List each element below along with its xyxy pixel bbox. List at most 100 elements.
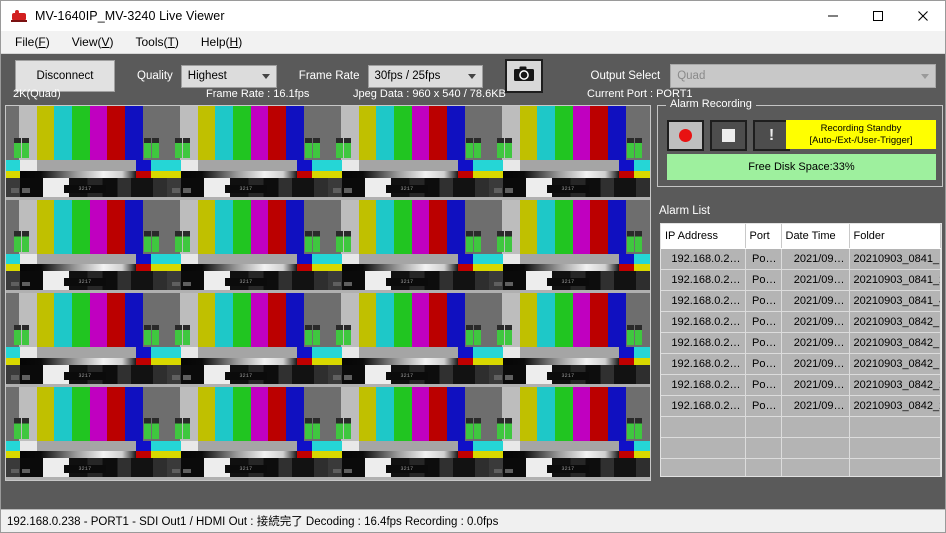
table-cell-empty [781,459,849,478]
test-pattern-label: 3217 [386,185,428,193]
test-pattern-square [333,375,341,380]
framerate-select[interactable]: 30fps / 25fps [368,65,483,88]
test-pattern-marks [14,418,28,439]
output-select[interactable]: Quad [670,64,936,88]
test-pattern-marks [305,418,319,439]
video-quad-3[interactable]: 3217321732173217 [6,293,328,480]
minimize-icon[interactable] [810,1,855,31]
video-preview[interactable]: 3217321732173217321732173217321732173217… [5,105,651,481]
test-pattern-marks [305,138,319,159]
table-row[interactable]: 192.168.0.2…Po…2021/09…20210903_0842_1… [661,333,941,354]
menu-view-label: View [72,35,98,49]
test-pattern-marks [175,418,189,439]
col-header-port[interactable]: Port [745,224,781,249]
table-cell: 192.168.0.2… [661,270,745,291]
quality-select[interactable]: Highest [181,65,277,88]
table-row-empty [661,438,941,459]
test-pattern-color-bars [167,200,328,254]
video-test-pattern-tile: 3217 [328,387,489,481]
table-cell: 192.168.0.2… [661,333,745,354]
test-pattern-label: 3217 [547,185,589,193]
test-pattern-label: 3217 [225,278,267,286]
menu-file[interactable]: File(F) [11,33,60,51]
test-pattern-color-bars [6,387,167,441]
maximize-icon[interactable] [855,1,900,31]
alarm-list[interactable]: IP Address Port Date Time Folder 192.168… [660,223,942,477]
stop-square-icon [722,129,735,142]
video-quad-2[interactable]: 3217 3217 3217 3217 [328,106,650,293]
test-pattern-marks [627,231,641,252]
test-pattern-square [494,469,502,474]
test-pattern-color-bars [167,106,328,160]
record-circle-icon [679,129,692,142]
test-pattern-marks [466,138,480,159]
video-quad-4[interactable]: 3217321732173217 [328,293,650,480]
test-pattern-square [22,282,30,287]
stop-button[interactable] [710,120,747,151]
col-header-date-time[interactable]: Date Time [781,224,849,249]
test-pattern-square [494,375,502,380]
test-pattern-square [333,469,341,474]
table-row[interactable]: 192.168.0.2…Po…2021/09…20210903_0842_2… [661,396,941,417]
test-pattern-label: 3217 [225,185,267,193]
test-pattern-square [172,282,180,287]
test-pattern-color-bars [328,293,489,347]
test-pattern-square [11,282,19,287]
test-pattern-gradient-strip [489,451,650,458]
status-bar: 192.168.0.238 - PORT1 - SDI Out1 / HDMI … [1,509,945,532]
alarm-recording-title: Alarm Recording [666,98,756,110]
test-pattern-label: 3217 [386,372,428,380]
record-button[interactable] [667,120,704,151]
table-row[interactable]: 192.168.0.2…Po…2021/09…20210903_0841_1… [661,249,941,270]
test-pattern-color-bars [489,200,650,254]
table-cell: 2021/09… [781,354,849,375]
test-pattern-color-bars [167,387,328,441]
main-area: 3217321732173217321732173217321732173217… [1,104,945,509]
table-cell-empty [661,417,745,438]
table-row[interactable]: 192.168.0.2…Po…2021/09…20210903_0841_2… [661,270,941,291]
video-test-pattern-tile: 3217 [167,387,328,481]
table-cell: Po… [745,396,781,417]
test-pattern-marks [497,138,511,159]
table-cell: 192.168.0.2… [661,396,745,417]
table-cell: Po… [745,249,781,270]
recording-standby-badge: Recording Standby [Auto-/Ext-/User-Trigg… [786,120,936,149]
test-pattern-mid-strip [489,254,650,264]
video-test-pattern-tile: 3217 [167,106,328,200]
menu-view[interactable]: View(V) [68,33,124,51]
table-row[interactable]: 192.168.0.2…Po…2021/09…20210903_0842_1… [661,312,941,333]
test-pattern-label: 3217 [225,465,267,473]
table-row[interactable]: 192.168.0.2…Po…2021/09…20210903_0841_4… [661,291,941,312]
table-row[interactable]: 192.168.0.2…Po…2021/09…20210903_0842_1… [661,354,941,375]
test-pattern-mid-strip [6,254,167,264]
alert-button[interactable]: ! [753,120,790,151]
menu-tools[interactable]: Tools(T) [132,33,189,51]
chevron-down-icon [468,74,476,79]
test-pattern-mid-strip [6,160,167,170]
table-cell: 20210903_0842_1… [849,312,941,333]
test-pattern-gradient-strip [489,171,650,178]
col-header-folder[interactable]: Folder [849,224,941,249]
close-icon[interactable] [900,1,945,31]
video-quad-1[interactable]: 3217321732173217 [6,106,328,293]
table-cell-empty [781,438,849,459]
video-test-pattern-tile: 3217 [328,106,489,200]
test-pattern-marks [175,231,189,252]
test-pattern-marks [466,231,480,252]
menu-help[interactable]: Help(H) [197,33,252,51]
col-header-ip-address[interactable]: IP Address [661,224,745,249]
table-cell: Po… [745,312,781,333]
test-pattern-label: 3217 [386,465,428,473]
test-pattern-label: 3217 [386,278,428,286]
framerate-value: 30fps / 25fps [369,70,441,82]
video-test-pattern-tile: 3217 [489,200,650,294]
test-pattern-marks [144,138,158,159]
test-pattern-square [172,375,180,380]
window-controls [810,1,945,31]
status-mode: 2K(Quad) [13,88,61,100]
standby-line-1: Recording Standby [821,123,902,135]
alarm-recording-group: Alarm Recording ! Recording Standby [Aut… [657,105,943,187]
table-row[interactable]: 192.168.0.2…Po…2021/09…20210903_0842_2… [661,375,941,396]
table-cell: Po… [745,291,781,312]
table-cell-empty [849,417,941,438]
